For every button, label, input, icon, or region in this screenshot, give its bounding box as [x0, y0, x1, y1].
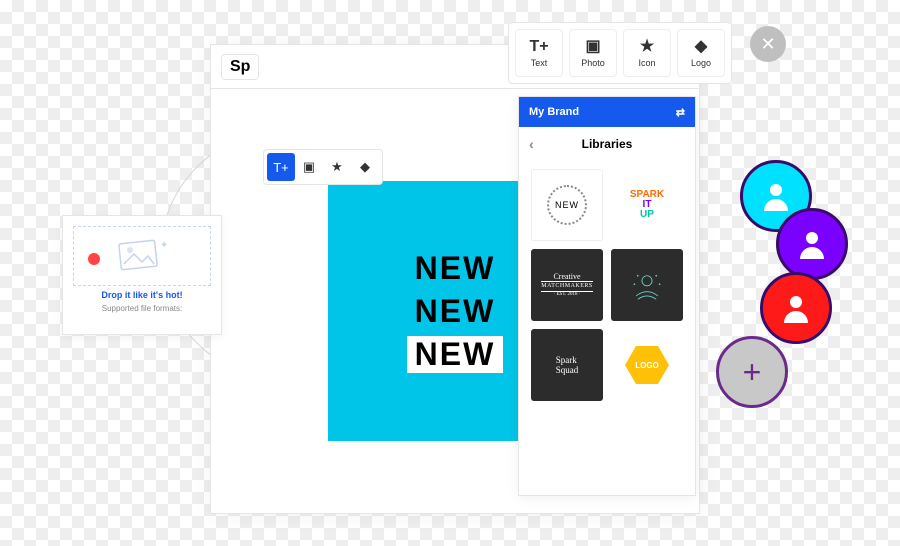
lib-spark-squad[interactable]: Spark Squad [531, 329, 603, 401]
tool-label: Photo [581, 58, 605, 68]
artwork-line-3[interactable]: NEW [407, 336, 504, 373]
logo-icon: ◆ [695, 39, 707, 55]
mini-shape[interactable]: ◆ [351, 153, 379, 181]
close-button[interactable]: ✕ [750, 26, 786, 62]
text-tool[interactable]: T+ Text [515, 29, 563, 77]
mini-toolbar: T+ ▣ ★ ◆ [263, 149, 383, 185]
hands-stars-icon [626, 264, 668, 306]
libraries-grid: NEW SPARK IT UP Creative MATCHMAKERS · E… [519, 161, 695, 409]
lib-logo-hex[interactable]: LOGO [611, 329, 683, 401]
artwork-line-1[interactable]: NEW [415, 250, 496, 287]
svg-text:✦: ✦ [160, 240, 168, 251]
lib-label: SPARK IT UP [630, 190, 664, 220]
mini-text[interactable]: T+ [267, 153, 295, 181]
alert-dot-icon [88, 253, 100, 265]
lib-label: Spark Squad [556, 355, 579, 375]
drop-card[interactable]: ✦ Drop it like it's hot! Supported file … [62, 215, 222, 335]
lib-matchmakers[interactable]: Creative MATCHMAKERS · EST. 2018 · [531, 249, 603, 321]
artwork-line-2[interactable]: NEW [415, 293, 496, 330]
logo-tool[interactable]: ◆ Logo [677, 29, 725, 77]
photo-icon: ▣ [585, 39, 600, 55]
drop-subtitle: Supported file formats: [102, 304, 182, 313]
panel-section-header: ‹ Libraries [519, 127, 695, 161]
add-collaborator-button[interactable]: + [716, 336, 788, 408]
panel-header[interactable]: My Brand ⇄ [519, 97, 695, 127]
insert-toolbar: T+ Text ▣ Photo ★ Icon ◆ Logo [508, 22, 732, 84]
picture-placeholder-icon: ✦ [112, 236, 172, 276]
star-icon: ★ [640, 39, 654, 55]
drop-preview: ✦ [73, 226, 211, 286]
back-button[interactable]: ‹ [529, 136, 534, 152]
person-icon [758, 178, 794, 214]
lib-label: Creative MATCHMAKERS · EST. 2018 · [541, 273, 593, 298]
text-icon: T+ [529, 39, 548, 55]
drop-title: Drop it like it's hot! [101, 290, 182, 300]
icon-tool[interactable]: ★ Icon [623, 29, 671, 77]
avatar-3[interactable] [760, 272, 832, 344]
lib-new[interactable]: NEW [531, 169, 603, 241]
avatar-2[interactable] [776, 208, 848, 280]
tool-label: Text [531, 58, 548, 68]
hex-logo-icon: LOGO [625, 346, 669, 384]
new-badge-icon: NEW [547, 185, 587, 225]
photo-tool[interactable]: ▣ Photo [569, 29, 617, 77]
lib-spark-it-up[interactable]: SPARK IT UP [611, 169, 683, 241]
libraries-panel: My Brand ⇄ ‹ Libraries NEW SPARK IT UP C… [518, 96, 696, 496]
panel-header-title: My Brand [529, 106, 579, 118]
person-icon [794, 226, 830, 262]
close-icon: ✕ [760, 34, 775, 55]
plus-icon: + [743, 354, 762, 391]
tool-label: Logo [691, 58, 711, 68]
person-icon [778, 290, 814, 326]
lib-hands[interactable] [611, 249, 683, 321]
mini-star[interactable]: ★ [323, 153, 351, 181]
swap-icon[interactable]: ⇄ [676, 106, 685, 119]
app-logo: Sp [221, 54, 259, 80]
mini-image[interactable]: ▣ [295, 153, 323, 181]
tool-label: Icon [638, 58, 655, 68]
panel-section-title: Libraries [582, 137, 633, 151]
